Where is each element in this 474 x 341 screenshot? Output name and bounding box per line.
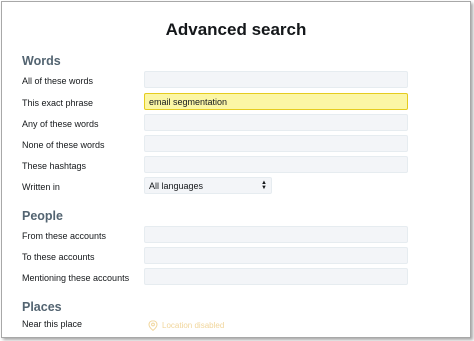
to-accounts-label: To these accounts [22,252,95,262]
hashtags-label: These hashtags [22,161,87,171]
select-arrows-icon: ▲ ▼ [261,179,267,191]
language-select[interactable]: All languages ▲ ▼ [144,177,272,194]
to-accounts-input[interactable] [144,247,408,264]
page-title: Advanced search [165,20,307,39]
all-words-input[interactable] [144,71,408,88]
exact-phrase-label: This exact phrase [22,98,94,108]
section-heading-places: Places [22,300,62,314]
location-status-text: Location disabled [162,321,225,330]
language-select-value: All languages [149,180,204,191]
section-heading-people: People [22,209,63,223]
location-pin-icon [148,320,158,331]
exact-phrase-input[interactable] [144,93,408,110]
language-label: Written in [22,182,60,192]
any-words-label: Any of these words [22,119,99,129]
near-place-label: Near this place [22,319,83,329]
hashtags-input[interactable] [144,156,408,173]
location-toggle[interactable]: Location disabled [148,320,224,331]
mentioning-accounts-label: Mentioning these accounts [22,273,130,283]
any-words-input[interactable] [144,114,408,131]
none-words-input[interactable] [144,135,408,152]
mentioning-accounts-input[interactable] [144,268,408,285]
none-words-label: None of these words [22,140,105,150]
section-heading-words: Words [22,54,61,68]
from-accounts-label: From these accounts [22,231,107,241]
advanced-search-panel: Advanced search Words All of these words… [1,1,471,338]
from-accounts-input[interactable] [144,226,408,243]
all-words-label: All of these words [22,76,94,86]
